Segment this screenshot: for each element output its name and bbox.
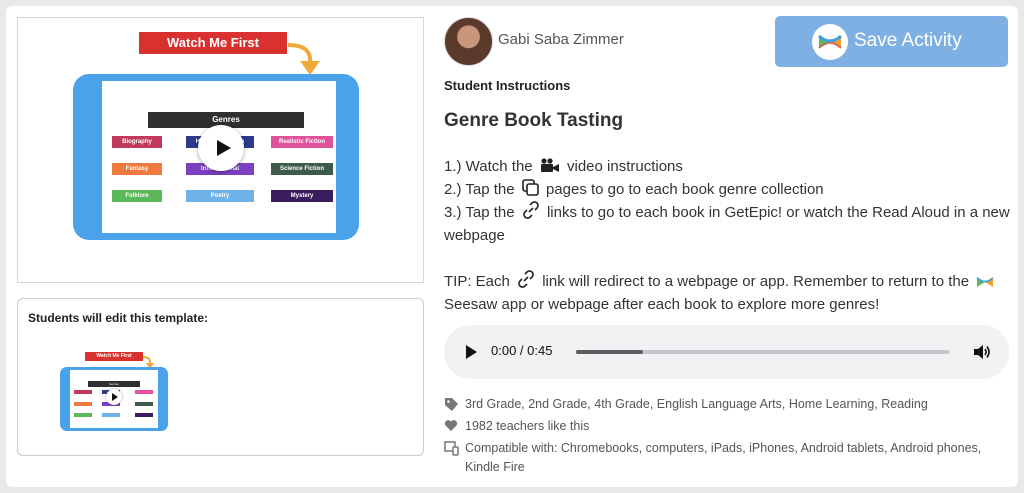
mini-genre-tag (135, 413, 153, 417)
audio-progress-fill (576, 350, 644, 354)
audio-progress-bar[interactable] (576, 350, 950, 354)
instruction-step-3: 3.) Tap the links to go to each book in … (444, 201, 1012, 247)
volume-icon[interactable] (973, 343, 991, 361)
instruction-step-2: 2.) Tap the pages to go to each book gen… (444, 179, 824, 198)
heart-icon (444, 420, 458, 431)
mini-genre-tag (74, 390, 92, 394)
mini-genre-tag (74, 413, 92, 417)
save-activity-button[interactable]: Save Activity (775, 16, 1008, 67)
genre-tag: Biography (112, 136, 162, 148)
grades-text: 3rd Grade, 2nd Grade, 4th Grade, English… (465, 397, 928, 411)
genre-tag: Fantasy (112, 163, 162, 175)
activity-title: Genre Book Tasting (444, 110, 624, 131)
curved-arrow-icon (287, 43, 320, 75)
watch-me-first-banner: Watch Me First (139, 32, 287, 54)
mini-genre-tag (74, 402, 92, 406)
mini-genres-header: Genres (88, 381, 140, 387)
genre-tag: Realistic Fiction (271, 136, 333, 148)
mini-genre-tag (102, 413, 120, 417)
seesaw-logo-icon (812, 24, 848, 60)
link-icon (518, 270, 534, 288)
likes-text: 1982 teachers like this (465, 419, 590, 433)
template-title: Students will edit this template: (28, 311, 209, 325)
device-icon (444, 441, 459, 456)
audio-time: 0:00 / 0:45 (491, 343, 553, 358)
instructions-heading: Student Instructions (444, 78, 571, 93)
genre-tag: Poetry (186, 190, 254, 202)
pages-icon (521, 179, 539, 196)
genre-tag: Folklore (112, 190, 162, 202)
mini-genre-tag (135, 390, 153, 394)
video-play-button[interactable] (198, 125, 244, 171)
save-activity-label: Save Activity (854, 30, 962, 51)
mini-play-icon (106, 389, 122, 405)
author-avatar[interactable] (444, 17, 493, 66)
link-icon (522, 201, 539, 219)
mini-genre-tag (135, 402, 153, 406)
tag-icon (445, 398, 458, 411)
seesaw-logo-icon (976, 277, 994, 287)
audio-player: 0:00 / 0:45 (444, 325, 1009, 379)
author-name[interactable]: Gabi Saba Zimmer (498, 31, 624, 48)
video-thumbnail[interactable]: Watch Me First Genres BiographyHistorica… (17, 17, 424, 283)
audio-play-icon[interactable] (466, 345, 477, 359)
genre-tag: Mystery (271, 190, 333, 202)
video-camera-icon (540, 158, 559, 172)
instruction-tip: TIP: Each link will redirect to a webpag… (444, 270, 1012, 316)
template-thumbnail[interactable]: Watch Me First Genres (38, 347, 190, 443)
compatible-text: Compatible with: Chromebooks, computers,… (465, 441, 982, 474)
genre-tag: Science Fiction (271, 163, 333, 175)
activity-card: Watch Me First Genres BiographyHistorica… (6, 6, 1018, 487)
template-panel: Students will edit this template: Watch … (17, 298, 424, 456)
instruction-step-1: 1.) Watch the video instructions (444, 158, 683, 175)
mini-banner: Watch Me First (85, 352, 143, 361)
